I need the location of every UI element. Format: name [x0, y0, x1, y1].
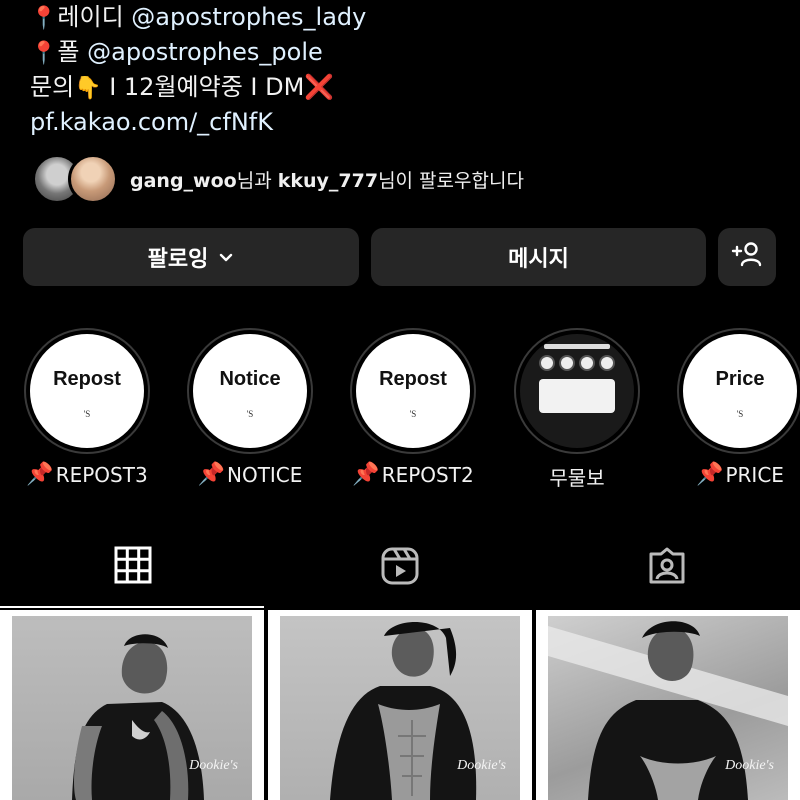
bio-line-pole: 📍폴 @apostrophes_pole — [30, 38, 323, 66]
post-watermark: Dookie's — [725, 758, 774, 773]
highlight-cover: Price 'S — [683, 334, 797, 448]
mention-apostrophes-pole[interactable]: @apostrophes_pole — [87, 38, 323, 66]
mention-apostrophes-lady[interactable]: @apostrophes_lady — [131, 3, 366, 31]
following-button[interactable]: 팔로잉 — [23, 228, 359, 286]
pushpin-icon: 📌 — [197, 462, 225, 487]
follower-avatars — [32, 154, 124, 204]
active-tab-indicator — [0, 606, 264, 608]
bio-line-lady: 📍레이디 @apostrophes_lady — [30, 3, 367, 31]
highlight-cover-preview — [520, 334, 634, 448]
chevron-down-icon — [218, 245, 234, 270]
highlight-notice[interactable]: Notice 'S 📌 NOTICE — [185, 328, 315, 487]
cross-mark-icon: ❌ — [304, 73, 335, 101]
highlight-ring — [514, 328, 640, 454]
bio-link[interactable]: pf.kakao.com/_cfNfK — [30, 105, 770, 140]
hand-pointing-down-icon: 👇 — [74, 76, 102, 101]
profile-tabs — [0, 530, 800, 608]
add-person-icon — [731, 240, 763, 274]
highlight-repost2[interactable]: Repost 'S 📌 REPOST2 — [348, 328, 478, 487]
preview-header — [544, 344, 610, 349]
tab-tagged[interactable] — [534, 530, 800, 608]
add-person-button[interactable] — [718, 228, 776, 286]
pin-icon: 📍 — [30, 41, 58, 66]
tagged-icon — [647, 546, 687, 590]
message-button[interactable]: 메시지 — [371, 228, 706, 286]
post-photo: Dookie's — [548, 616, 788, 800]
post-photo: Dookie's — [12, 616, 252, 800]
pin-icon: 📍 — [30, 6, 58, 31]
highlight-repost3[interactable]: Repost 'S 📌 REPOST3 — [22, 328, 152, 487]
followed-by-text: gang_woo님과 kkuy_777님이 팔로우합니다 — [130, 169, 524, 192]
avatar — [68, 154, 118, 204]
preview-question-card — [539, 379, 615, 413]
story-highlights: Repost 'S 📌 REPOST3 Notice 'S 📌 NOTICE Rep… — [0, 328, 800, 498]
post-thumbnail[interactable]: Dookie's — [536, 610, 800, 800]
highlight-cover: Repost 'S — [30, 334, 144, 448]
highlight-ring: Notice 'S — [187, 328, 313, 454]
post-watermark: Dookie's — [189, 758, 238, 773]
highlight-price[interactable]: Price 'S 📌 PRICE — [675, 328, 800, 487]
post-photo: Dookie's — [280, 616, 520, 800]
highlight-qna[interactable]: 무물보 — [512, 328, 642, 491]
highlight-cover: Repost 'S — [356, 334, 470, 448]
highlight-ring: Price 'S — [677, 328, 800, 454]
grid-icon — [114, 546, 152, 588]
pushpin-icon: 📌 — [696, 462, 724, 487]
highlight-ring: Repost 'S — [24, 328, 150, 454]
tab-posts-grid[interactable] — [0, 530, 266, 608]
reels-icon — [380, 546, 420, 590]
highlight-ring: Repost 'S — [350, 328, 476, 454]
preview-story-row — [539, 355, 615, 371]
profile-bio: 📍레이디 @apostrophes_lady 📍폴 @apostrophes_p… — [30, 0, 770, 140]
post-thumbnail[interactable]: Dookie's — [268, 610, 532, 800]
tab-reels[interactable] — [267, 530, 533, 608]
pushpin-icon: 📌 — [352, 462, 380, 487]
followed-by[interactable]: gang_woo님과 kkuy_777님이 팔로우합니다 — [32, 154, 772, 204]
pushpin-icon: 📌 — [26, 462, 54, 487]
post-watermark: Dookie's — [457, 758, 506, 773]
bio-line-inquiry: 문의👇 I 12월예약중 I DM❌ — [30, 73, 335, 101]
post-thumbnail[interactable]: Dookie's — [0, 610, 264, 800]
highlight-cover: Notice 'S — [193, 334, 307, 448]
posts-grid: Dookie's Dookie's Dookie's — [0, 610, 800, 800]
